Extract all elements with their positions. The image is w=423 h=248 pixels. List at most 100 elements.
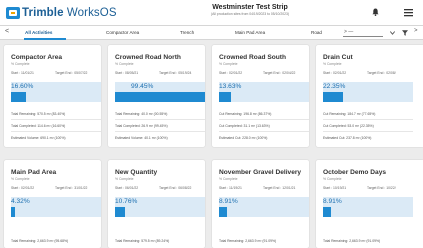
stat-line: Total Remaining: 2,663.9 m³ (95.68%) xyxy=(11,239,69,243)
start-date: Start : 02/01/22 xyxy=(323,71,347,75)
activity-card[interactable]: Drain Cut % Complete Start : 02/01/22 Tar… xyxy=(316,45,423,147)
card-subtitle: % Complete xyxy=(11,177,30,181)
menu-icon[interactable] xyxy=(404,8,413,17)
tab-all-activities[interactable]: All Activities xyxy=(25,30,52,35)
target-end-date: Target End : 10/22/ xyxy=(367,186,396,190)
card-title: November Gravel Delivery xyxy=(219,169,302,176)
logo-product: WorksOS xyxy=(66,7,117,19)
divider xyxy=(115,131,205,132)
percent-complete: 4.32% xyxy=(11,198,30,205)
tabs-next-button[interactable]: > xyxy=(414,28,418,34)
stat-line: Total Remaining: 579.5 m³ (89.24%) xyxy=(115,239,170,243)
divider xyxy=(11,131,101,132)
stat-line: Cut Remaining: 196.8 m³ (86.37%) xyxy=(219,112,272,116)
card-dates: Start : 11/19/21 Target End : 12/01/21 xyxy=(219,186,307,191)
card-title: Crowned Road North xyxy=(115,54,181,61)
tabs-prev-button[interactable]: < xyxy=(5,28,9,35)
start-date: Start : 10/19/21 xyxy=(323,186,347,190)
target-end-date: Target End : 02/08/ xyxy=(367,71,396,75)
tab-compactor-area[interactable]: Compactor Area xyxy=(106,30,139,35)
percent-complete: 8.91% xyxy=(323,198,342,205)
active-tab-indicator xyxy=(24,38,66,40)
logo-brand: Trimble xyxy=(22,7,64,19)
trimble-logo-icon xyxy=(6,7,20,19)
divider xyxy=(115,119,205,120)
activity-card[interactable]: New Quantity % Complete Start : 06/01/22… xyxy=(108,160,205,248)
tab-road[interactable]: Road xyxy=(311,30,322,35)
start-date: Start : 11/19/21 xyxy=(219,186,242,190)
progress-bar: 4.32% xyxy=(11,197,101,217)
card-subtitle: % Complete xyxy=(115,62,134,66)
chevron-down-icon[interactable] xyxy=(390,31,395,35)
progress-bar: 8.91% xyxy=(323,197,413,217)
divider xyxy=(323,131,413,132)
app-header: Trimble WorksOS Westminster Test Strip (… xyxy=(0,0,423,26)
trimble-logo[interactable]: Trimble WorksOS xyxy=(6,5,117,21)
activity-card[interactable]: Crowned Road North % Complete Start : 08… xyxy=(108,45,205,147)
stat-line: Total Remaining: 2,663.9 m³ (91.09%) xyxy=(219,239,277,243)
stat-line: Estimated Cut: 237.8 m³ (100%) xyxy=(323,136,372,140)
progress-bar: 10.76% xyxy=(115,197,205,217)
progress-bar: 16.60% xyxy=(11,82,101,102)
card-dates: Start : 02/01/22 Target End : 02/04/22 xyxy=(219,71,307,76)
card-subtitle: % Complete xyxy=(115,177,134,181)
percent-complete: 8.91% xyxy=(219,198,238,205)
start-date: Start : 02/01/22 xyxy=(11,186,35,190)
progress-bar: 99.45% xyxy=(115,82,205,102)
start-date: Start : 02/01/22 xyxy=(219,71,243,75)
activity-card[interactable]: Crowned Road South % Complete Start : 02… xyxy=(212,45,309,147)
stat-line: Cut Completed: 53.0 m³ (22.35%) xyxy=(323,124,374,128)
percent-complete: 16.60% xyxy=(11,83,34,90)
percent-complete: 22.35% xyxy=(323,83,346,90)
logo-text: Trimble WorksOS xyxy=(22,7,117,19)
start-date: Start : 08/05/21 xyxy=(115,71,139,75)
stat-line: Total Remaining: 570.5 m³ (83.40%) xyxy=(11,112,66,116)
stat-line: Total Completed: 26.9 m³ (99.45%) xyxy=(115,124,168,128)
card-dates: Start : 08/05/21 Target End : 05/19/24 xyxy=(115,71,203,76)
bell-icon[interactable] xyxy=(372,8,379,16)
stat-line: Cut Completed: 31.1 m³ (13.63%) xyxy=(219,124,270,128)
filter-icon[interactable] xyxy=(402,30,408,36)
card-dates: Start : 11/01/21 Target End : 05/07/22 xyxy=(11,71,99,76)
card-dates: Start : 06/01/22 Target End : 06/08/22 xyxy=(115,186,203,191)
progress-bar: 22.35% xyxy=(323,82,413,102)
start-date: Start : 11/01/21 xyxy=(11,71,34,75)
card-subtitle: % Complete xyxy=(11,62,30,66)
activity-tabs: < All Activities Compactor Area Trench M… xyxy=(0,26,423,40)
progress-fill xyxy=(115,92,205,102)
divider xyxy=(11,119,101,120)
card-subtitle: % Complete xyxy=(219,177,238,181)
divider xyxy=(219,119,309,120)
card-subtitle: % Complete xyxy=(323,62,342,66)
card-title: Crowned Road South xyxy=(219,54,287,61)
project-title: Westminster Test Strip xyxy=(212,4,288,11)
progress-fill xyxy=(115,207,125,217)
stat-line: Cut Remaining: 184.7 m³ (77.65%) xyxy=(323,112,376,116)
stat-line: Estimated Cut: 228.0 m³ (100%) xyxy=(219,136,268,140)
progress-fill xyxy=(323,207,332,217)
target-end-date: Target End : 05/07/22 xyxy=(55,71,88,75)
tab-main-pad-area[interactable]: Main Pad Area xyxy=(235,30,265,35)
stat-line: Estimated Volume: 690.1 m³ (100%) xyxy=(11,136,66,140)
divider xyxy=(219,131,309,132)
tab-trench[interactable]: Trench xyxy=(180,30,194,35)
project-selector[interactable]: Westminster Test Strip (All production s… xyxy=(150,3,350,17)
card-title: Drain Cut xyxy=(323,54,353,61)
percent-complete: 99.45% xyxy=(131,83,154,90)
progress-fill xyxy=(323,92,344,102)
activity-card[interactable]: Compactor Area % Complete Start : 11/01/… xyxy=(4,45,101,147)
activity-card[interactable]: November Gravel Delivery % Complete Star… xyxy=(212,160,309,248)
activity-card[interactable]: October Demo Days % Complete Start : 10/… xyxy=(316,160,423,248)
target-end-date: Target End : 31/01/22 xyxy=(55,186,88,190)
card-title: Main Pad Area xyxy=(11,169,57,176)
target-end-date: Target End : 05/19/24 xyxy=(159,71,192,75)
progress-fill xyxy=(219,92,232,102)
card-dates: Start : 02/01/22 Target End : 31/01/22 xyxy=(11,186,99,191)
target-end-date: Target End : 06/08/22 xyxy=(159,186,192,190)
progress-bar: 8.91% xyxy=(219,197,309,217)
card-subtitle: % Complete xyxy=(323,177,342,181)
tab-filter-select[interactable]: > — xyxy=(343,29,383,37)
start-date: Start : 06/01/22 xyxy=(115,186,139,190)
target-end-date: Target End : 02/04/22 xyxy=(263,71,296,75)
activity-card[interactable]: Main Pad Area % Complete Start : 02/01/2… xyxy=(4,160,101,248)
